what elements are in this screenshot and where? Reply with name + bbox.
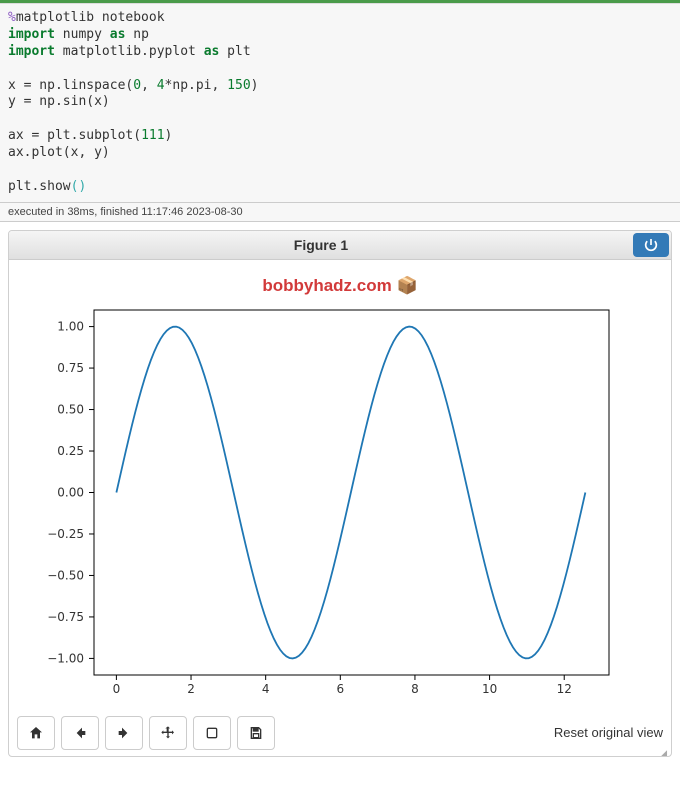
arrow-right-icon <box>116 725 132 741</box>
move-icon <box>160 725 176 741</box>
watermark-text: bobbyhadz.com <box>262 276 391 295</box>
zoom-button[interactable] <box>193 716 231 750</box>
figure-header: Figure 1 <box>9 231 671 260</box>
svg-text:4: 4 <box>262 682 270 696</box>
svg-text:6: 6 <box>336 682 344 696</box>
svg-text:10: 10 <box>482 682 497 696</box>
forward-button[interactable] <box>105 716 143 750</box>
svg-text:0.50: 0.50 <box>57 402 84 416</box>
box-icon: 📦 <box>396 276 417 295</box>
svg-text:−0.25: −0.25 <box>47 527 84 541</box>
code-cell[interactable]: %matplotlib notebook import numpy as np … <box>0 3 680 202</box>
watermark: bobbyhadz.com 📦 <box>19 270 661 300</box>
home-button[interactable] <box>17 716 55 750</box>
svg-text:2: 2 <box>187 682 195 696</box>
power-icon <box>643 237 659 253</box>
pan-button[interactable] <box>149 716 187 750</box>
figure-canvas[interactable]: bobbyhadz.com 📦 0 2 4 6 8 10 12 −1.00 −0.75 −0.50… <box>9 260 671 710</box>
home-icon <box>28 725 44 741</box>
figure-title: Figure 1 <box>9 231 633 259</box>
back-button[interactable] <box>61 716 99 750</box>
toolbar-status: Reset original view <box>554 725 663 740</box>
svg-text:1.00: 1.00 <box>57 319 84 333</box>
svg-text:0.00: 0.00 <box>57 485 84 499</box>
save-icon <box>248 725 264 741</box>
svg-text:8: 8 <box>411 682 419 696</box>
svg-text:−0.50: −0.50 <box>47 568 84 582</box>
plot-svg: 0 2 4 6 8 10 12 −1.00 −0.75 −0.50 −0.25 0.00 0.25 0.5… <box>19 300 639 710</box>
stop-interaction-button[interactable] <box>633 233 669 257</box>
svg-text:0: 0 <box>113 682 121 696</box>
svg-text:0.25: 0.25 <box>57 444 84 458</box>
execution-info: executed in 38ms, finished 11:17:46 2023… <box>0 202 680 222</box>
svg-text:−1.00: −1.00 <box>47 651 84 665</box>
zoom-rect-icon <box>204 725 220 741</box>
arrow-left-icon <box>72 725 88 741</box>
svg-text:−0.75: −0.75 <box>47 610 84 624</box>
figure-container: Figure 1 bobbyhadz.com 📦 0 2 4 6 8 10 12 −1.00 −… <box>8 230 672 757</box>
svg-text:0.75: 0.75 <box>57 361 84 375</box>
output-area: Figure 1 bobbyhadz.com 📦 0 2 4 6 8 10 12 −1.00 −… <box>0 222 680 765</box>
save-button[interactable] <box>237 716 275 750</box>
svg-text:12: 12 <box>557 682 572 696</box>
resize-handle[interactable]: ◢ <box>9 748 671 756</box>
